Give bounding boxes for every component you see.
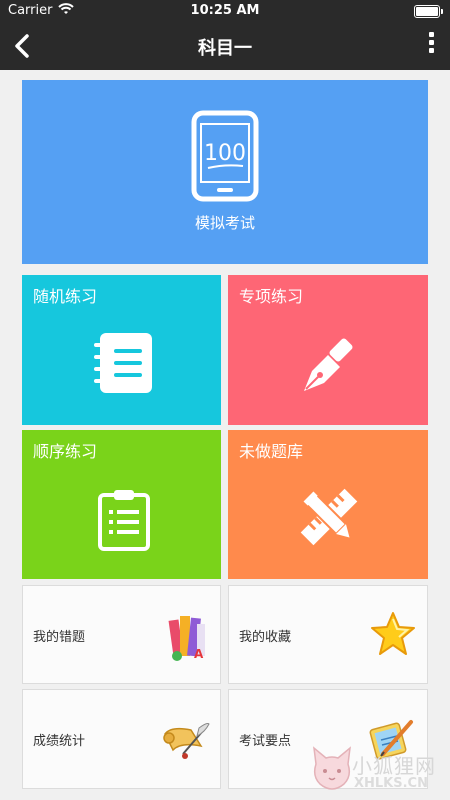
status-time: 10:25 AM [190, 3, 260, 18]
topic-practice-label: 专项练习 [239, 287, 304, 306]
notepad-pencil-icon [367, 714, 415, 766]
random-practice-label: 随机练习 [33, 287, 98, 306]
pen-nib-icon [298, 333, 360, 399]
mock-exam-label: 模拟考试 [194, 214, 255, 232]
page-title: 科目一 [198, 38, 252, 59]
exam-essentials-label: 考试要点 [239, 734, 292, 749]
sequential-practice-tile[interactable]: 顺序练习 [22, 430, 221, 579]
books-icon: A [167, 610, 209, 666]
more-vertical-icon[interactable] [428, 32, 436, 60]
score-stats-label: 成绩统计 [33, 734, 86, 749]
my-mistakes-label: 我的错题 [33, 630, 86, 645]
score-stats-card[interactable]: 成绩统计 [22, 689, 221, 789]
sequential-practice-label: 顺序练习 [33, 442, 98, 461]
random-practice-tile[interactable]: 随机练习 [22, 275, 221, 425]
topic-practice-tile[interactable]: 专项练习 [228, 275, 428, 425]
exam-essentials-card[interactable]: 考试要点 [228, 689, 428, 789]
scroll-quill-icon [161, 720, 211, 766]
mock-exam-tile[interactable]: 100 模拟考试 [22, 80, 428, 264]
notebook-icon [92, 331, 154, 399]
star-icon [369, 610, 417, 662]
undone-questions-tile[interactable]: 未做题库 [228, 430, 428, 579]
svg-text:A: A [194, 647, 204, 661]
phone-icon-text: 100 [204, 141, 246, 166]
clipboard-icon [97, 488, 151, 556]
phone-exam-icon: 100 [191, 110, 259, 206]
nav-bar: 科目一 [0, 22, 450, 70]
undone-questions-label: 未做题库 [239, 442, 304, 461]
status-bar: Carrier 10:25 AM [0, 0, 450, 22]
my-favorites-label: 我的收藏 [239, 630, 292, 645]
ruler-pencil-icon [298, 484, 360, 554]
my-mistakes-card[interactable]: 我的错题 A [22, 585, 221, 684]
my-favorites-card[interactable]: 我的收藏 [228, 585, 428, 684]
battery-icon [414, 5, 443, 18]
